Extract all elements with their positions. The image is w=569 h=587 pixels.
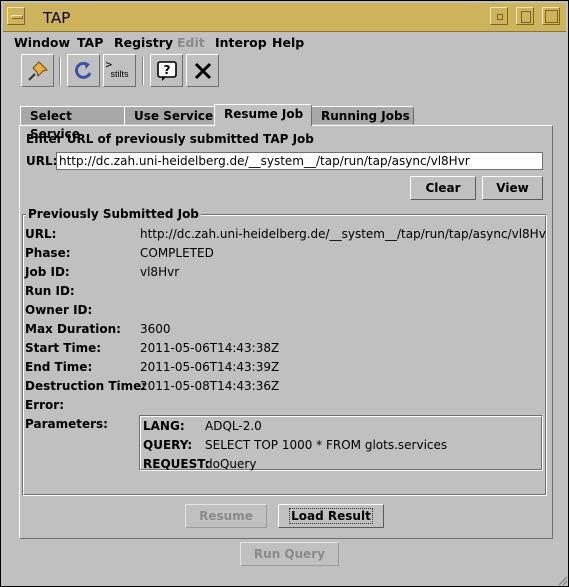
max-duration-value: 3600: [140, 322, 171, 336]
param-key: REQUEST:: [143, 457, 210, 471]
toolbar-separator: [142, 57, 144, 85]
param-key: QUERY:: [143, 438, 193, 452]
run-id-label: Run ID:: [25, 284, 75, 298]
run-query-button-label: Run Query: [253, 547, 326, 561]
stilts-button[interactable]: > stilts: [103, 54, 136, 87]
param-key: LANG:: [143, 419, 185, 433]
load-result-button-label: Load Result: [289, 508, 373, 524]
end-time-value: 2011-05-06T14:43:39Z: [140, 360, 280, 374]
minimize-button[interactable]: [490, 7, 508, 25]
reload-button[interactable]: [67, 54, 100, 87]
job-url-value: http://dc.zah.uni-heidelberg.de/__system…: [140, 227, 546, 241]
url-input[interactable]: [56, 152, 543, 170]
svg-text:?: ?: [163, 63, 170, 77]
run-query-button[interactable]: Run Query: [240, 542, 339, 566]
end-time-label: End Time:: [25, 360, 93, 374]
menu-interop[interactable]: Interop: [215, 35, 267, 50]
destruction-time-value: 2011-05-08T14:43:36Z: [140, 379, 280, 393]
maximize-button[interactable]: [516, 7, 534, 25]
title-bar[interactable]: TAP: [3, 3, 566, 32]
view-button[interactable]: View: [482, 176, 543, 200]
window-title: TAP: [43, 9, 71, 27]
job-phase-label: Phase:: [25, 246, 71, 260]
tab-use-service[interactable]: Use Service: [124, 106, 215, 125]
error-label: Error:: [25, 398, 64, 412]
resume-button[interactable]: Resume: [185, 504, 267, 528]
help-button[interactable]: ?: [150, 54, 183, 87]
minimize-icon: [497, 14, 503, 20]
clear-button-label: Clear: [425, 181, 461, 195]
tab-resume-job[interactable]: Resume Job: [214, 104, 312, 126]
pin-button[interactable]: [21, 54, 54, 87]
window-menu-button[interactable]: [7, 7, 25, 25]
job-id-value: vl8Hvr: [140, 265, 180, 279]
owner-id-label: Owner ID:: [25, 303, 93, 317]
reload-icon: [74, 61, 91, 79]
resize-grip-icon[interactable]: [556, 574, 568, 586]
param-value: ADQL-2.0: [205, 419, 262, 433]
job-url-label: URL:: [25, 227, 57, 241]
restore-button[interactable]: [542, 7, 560, 25]
menu-window[interactable]: Window: [14, 35, 70, 50]
menu-edit[interactable]: Edit: [177, 35, 205, 50]
menu-bar: Window TAP Registry Edit Interop Help: [3, 32, 566, 54]
start-time-label: Start Time:: [25, 341, 102, 355]
tab-select-service[interactable]: Select Service: [20, 106, 125, 141]
menu-tap[interactable]: TAP: [77, 35, 103, 50]
stilts-icon: > stilts: [105, 57, 129, 79]
window-menu-icon: [11, 15, 23, 19]
param-value: doQuery: [205, 457, 257, 471]
resume-heading: Enter URL of previously submitted TAP Jo…: [26, 132, 314, 146]
stilts-label: stilts: [110, 68, 129, 79]
close-button[interactable]: [186, 54, 219, 87]
pin-icon: [27, 60, 48, 81]
load-result-button[interactable]: Load Result: [278, 504, 384, 528]
job-id-label: Job ID:: [25, 265, 70, 279]
max-duration-label: Max Duration:: [25, 322, 121, 336]
maximize-icon: [521, 11, 531, 23]
url-label: URL:: [26, 154, 58, 168]
param-value: SELECT TOP 1000 * FROM glots.services: [205, 438, 448, 452]
clear-button[interactable]: Clear: [410, 176, 476, 200]
resume-button-label: Resume: [199, 509, 253, 523]
toolbar-separator: [59, 57, 61, 85]
close-icon: [194, 62, 211, 79]
help-icon: ?: [156, 60, 177, 81]
job-details-title: Previously Submitted Job: [26, 207, 201, 221]
menu-registry[interactable]: Registry: [114, 35, 173, 50]
tap-window: TAP Window TAP Registry Edit Interop Hel…: [0, 0, 569, 587]
parameters-label: Parameters:: [25, 417, 108, 431]
restore-icon: [545, 10, 558, 23]
view-button-label: View: [496, 181, 529, 195]
tab-running-jobs[interactable]: Running Jobs: [311, 106, 414, 125]
job-phase-value: COMPLETED: [140, 246, 214, 260]
start-time-value: 2011-05-06T14:43:38Z: [140, 341, 280, 355]
destruction-time-label: Destruction Time:: [25, 379, 147, 393]
menu-help[interactable]: Help: [272, 35, 304, 50]
